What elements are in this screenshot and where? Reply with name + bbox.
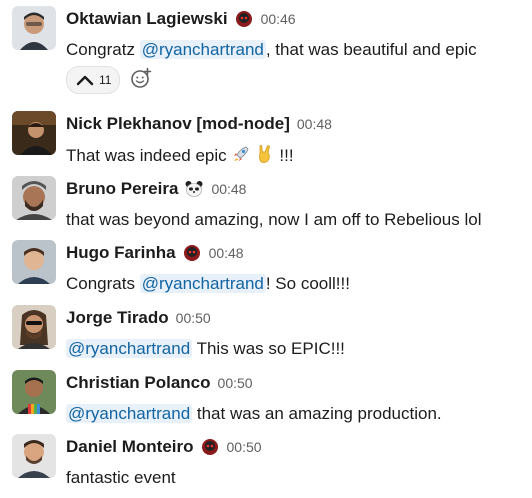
- reactions-bar: 11: [66, 66, 156, 94]
- rocket-emoji-icon: [231, 144, 251, 164]
- message-text: fantastic event: [66, 468, 176, 487]
- message-text: @ryanchartrand that was an amazing produ…: [66, 404, 442, 423]
- user-mention[interactable]: @ryanchartrand: [139, 274, 266, 293]
- red-skull-badge-icon: [182, 243, 202, 263]
- avatar[interactable]: [12, 6, 56, 50]
- avatar[interactable]: [12, 176, 56, 220]
- message-item: Bruno Pereira 00:48 that was beyond amaz…: [0, 176, 532, 240]
- user-mention[interactable]: @ryanchartrand: [66, 404, 193, 423]
- red-skull-badge-icon: [234, 9, 254, 29]
- add-emoji-icon: [130, 67, 152, 94]
- panda-badge-icon: [184, 179, 204, 199]
- message-text: Congrats @ryanchartrand! So cooll!!!: [66, 274, 350, 293]
- message-item: Nick Plekhanov [mod-node] 00:48 That was…: [0, 111, 532, 175]
- red-skull-badge-icon: [200, 437, 220, 457]
- message-item: Oktawian Lagiewski 00:46 Congratz @ryanc…: [0, 6, 532, 94]
- sender-name[interactable]: Bruno Pereira: [66, 179, 178, 199]
- message-item: Jorge Tirado 00:50 @ryanchartrand This w…: [0, 305, 532, 369]
- user-mention[interactable]: @ryanchartrand: [66, 339, 193, 358]
- message-item: Hugo Farinha 00:48 Congrats @ryanchartra…: [0, 240, 532, 304]
- avatar[interactable]: [12, 240, 56, 284]
- avatar[interactable]: [12, 370, 56, 414]
- user-mention[interactable]: @ryanchartrand: [139, 40, 266, 59]
- chevron-up-icon: [75, 72, 95, 88]
- sender-name[interactable]: Hugo Farinha: [66, 243, 176, 263]
- avatar[interactable]: [12, 111, 56, 155]
- message-text: That was indeed epic !!!: [66, 144, 294, 165]
- rock-on-emoji-icon: [255, 144, 275, 164]
- sender-name[interactable]: Christian Polanco: [66, 373, 211, 393]
- message-text: that was beyond amazing, now I am off to…: [66, 210, 482, 229]
- sender-name[interactable]: Daniel Monteiro: [66, 437, 194, 457]
- sender-name[interactable]: Nick Plekhanov [mod-node]: [66, 114, 290, 134]
- timestamp[interactable]: 00:48: [297, 116, 332, 132]
- timestamp[interactable]: 00:50: [227, 439, 262, 455]
- avatar[interactable]: [12, 434, 56, 478]
- timestamp[interactable]: 00:46: [261, 11, 296, 27]
- timestamp[interactable]: 00:50: [176, 310, 211, 326]
- timestamp[interactable]: 00:48: [211, 181, 246, 197]
- reaction-pill[interactable]: 11: [66, 66, 121, 94]
- add-reaction-button[interactable]: [126, 67, 156, 93]
- message-item: Christian Polanco 00:50 @ryanchartrand t…: [0, 370, 532, 434]
- message-text: @ryanchartrand This was so EPIC!!!: [66, 339, 345, 358]
- reaction-count: 11: [99, 73, 112, 87]
- message-item: Daniel Monteiro 00:50 fantastic event: [0, 434, 532, 498]
- message-text: Congratz @ryanchartrand, that was beauti…: [66, 40, 477, 59]
- avatar[interactable]: [12, 305, 56, 349]
- timestamp[interactable]: 00:48: [209, 245, 244, 261]
- sender-name[interactable]: Oktawian Lagiewski: [66, 9, 228, 29]
- sender-name[interactable]: Jorge Tirado: [66, 308, 169, 328]
- timestamp[interactable]: 00:50: [218, 375, 253, 391]
